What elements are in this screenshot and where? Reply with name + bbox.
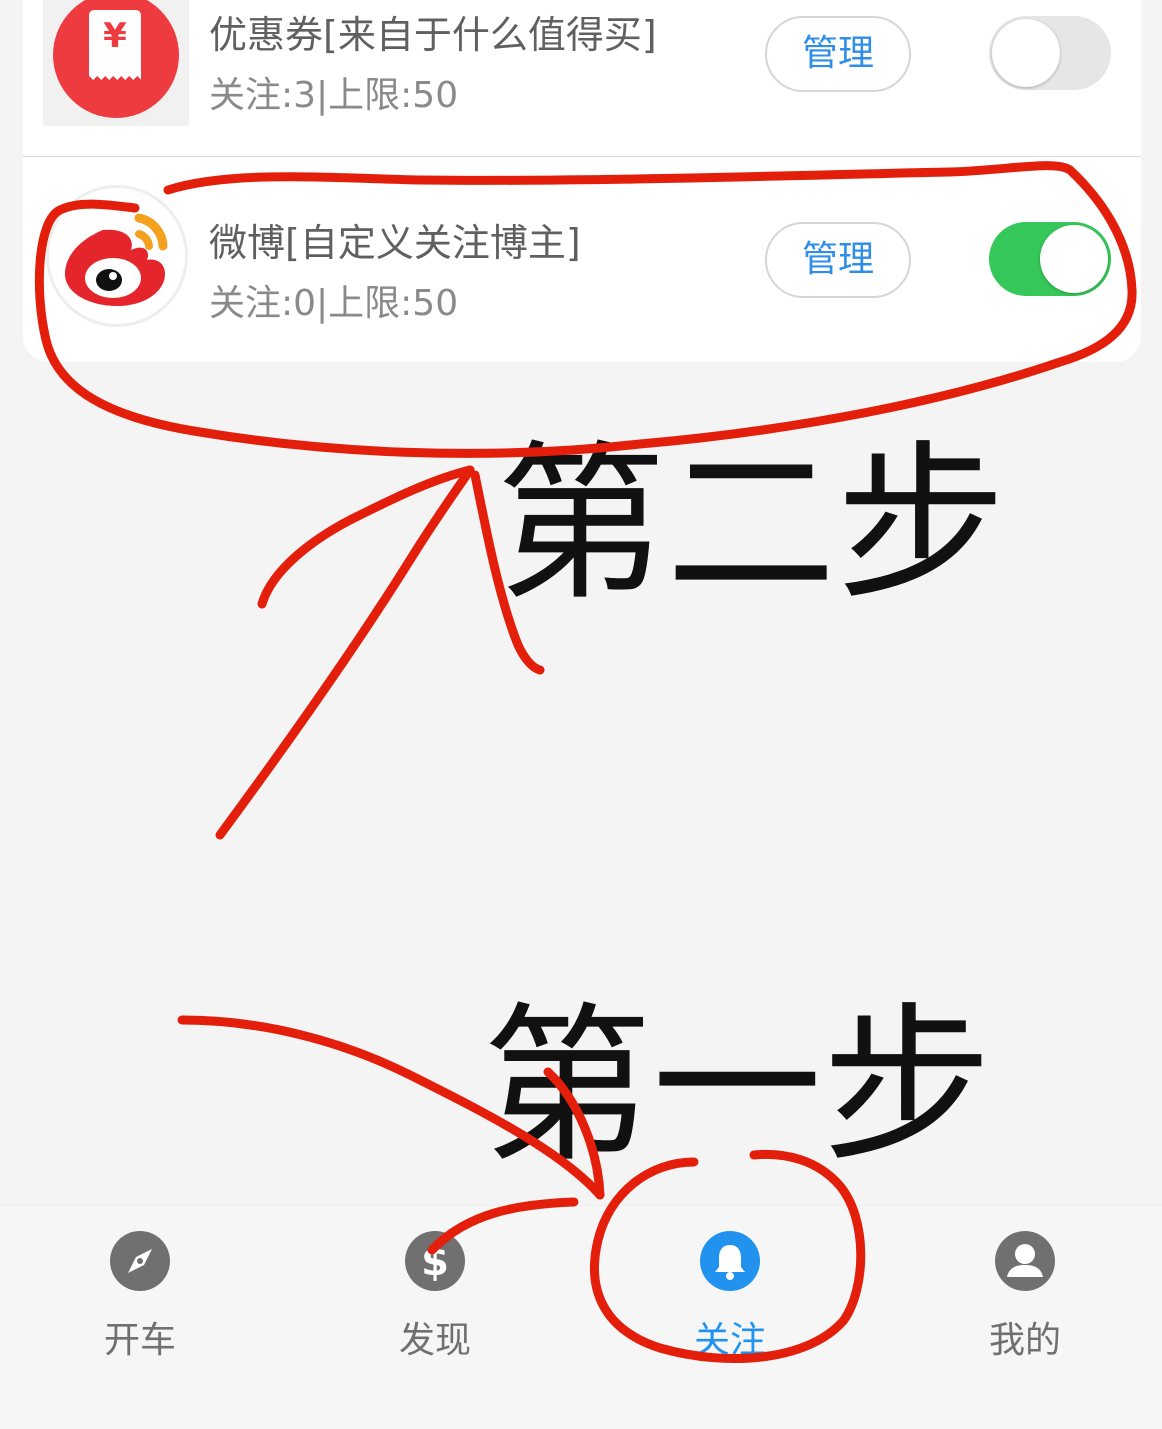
compass-icon bbox=[110, 1231, 170, 1291]
subscription-stats: 关注:0|上限:50 bbox=[209, 283, 459, 324]
nav-label: 我的 bbox=[988, 1320, 1061, 1361]
subscription-toggle-off[interactable] bbox=[989, 16, 1111, 90]
manage-button[interactable]: 管理 bbox=[765, 222, 911, 298]
bell-icon bbox=[700, 1231, 760, 1291]
subscription-title: 微博[自定义关注博主] bbox=[209, 221, 581, 265]
nav-label: 关注 bbox=[693, 1320, 766, 1361]
subscription-card: ¥ 优惠券[来自于什么值得买] 关注:3|上限:50 管理 微博[自定义关注博主… bbox=[23, 0, 1141, 362]
toggle-knob bbox=[1040, 225, 1108, 293]
subscription-row-coupon: ¥ 优惠券[来自于什么值得买] 关注:3|上限:50 管理 bbox=[23, 0, 1141, 157]
nav-item-follow[interactable]: 关注 bbox=[630, 1231, 830, 1361]
nav-label: 发现 bbox=[398, 1320, 471, 1361]
bottom-nav: 开车 $ 发现 关注 我的 bbox=[0, 1205, 1162, 1429]
weibo-icon bbox=[43, 188, 189, 324]
nav-label: 开车 bbox=[103, 1320, 176, 1361]
nav-item-discover[interactable]: $ 发现 bbox=[335, 1231, 535, 1361]
nav-item-mine[interactable]: 我的 bbox=[925, 1231, 1125, 1361]
subscription-toggle-on[interactable] bbox=[989, 222, 1111, 296]
subscription-row-weibo: 微博[自定义关注博主] 关注:0|上限:50 管理 bbox=[23, 158, 1141, 362]
yen-icon: ¥ bbox=[103, 16, 127, 56]
subscription-stats: 关注:3|上限:50 bbox=[209, 75, 459, 116]
dollar-icon: $ bbox=[405, 1231, 465, 1291]
nav-item-drive[interactable]: 开车 bbox=[40, 1231, 240, 1361]
coupon-icon: ¥ bbox=[43, 0, 189, 126]
svg-text:$: $ bbox=[421, 1239, 449, 1285]
user-icon bbox=[995, 1231, 1055, 1291]
subscription-title: 优惠券[来自于什么值得买] bbox=[209, 13, 657, 57]
manage-button[interactable]: 管理 bbox=[765, 16, 911, 92]
annotation-step-one: 第一步 bbox=[482, 988, 993, 1186]
annotation-arrow-head-left bbox=[257, 465, 475, 609]
annotation-step-two: 第二步 bbox=[496, 426, 1007, 624]
toggle-knob bbox=[992, 19, 1060, 87]
annotation-arrow-shaft bbox=[215, 465, 475, 840]
